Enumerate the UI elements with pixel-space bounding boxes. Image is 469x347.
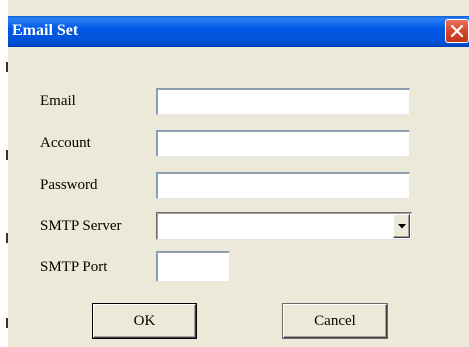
- email-set-dialog: Email Set Email Account Password SMTP Se…: [0, 0, 469, 347]
- ok-button[interactable]: OK: [93, 304, 196, 338]
- chevron-down-icon: [398, 224, 406, 229]
- close-button[interactable]: [445, 19, 469, 43]
- password-label: Password: [40, 177, 98, 193]
- cancel-button[interactable]: Cancel: [283, 304, 387, 338]
- email-label: Email: [40, 93, 76, 109]
- password-field[interactable]: [156, 172, 410, 199]
- smtp-port-field[interactable]: [156, 251, 230, 282]
- background-edge: [0, 0, 8, 347]
- smtp-server-select[interactable]: [156, 212, 412, 240]
- email-field[interactable]: [156, 88, 410, 115]
- smtp-port-label: SMTP Port: [40, 259, 108, 275]
- account-field[interactable]: [156, 130, 410, 157]
- title-bar[interactable]: Email Set: [8, 16, 469, 47]
- account-label: Account: [40, 135, 91, 151]
- smtp-server-dropdown-button[interactable]: [393, 214, 410, 238]
- dialog-body: Email Account Password SMTP Server SMTP …: [8, 47, 469, 347]
- close-icon: [451, 25, 463, 37]
- smtp-server-label: SMTP Server: [40, 218, 122, 234]
- dialog-title: Email Set: [12, 22, 79, 39]
